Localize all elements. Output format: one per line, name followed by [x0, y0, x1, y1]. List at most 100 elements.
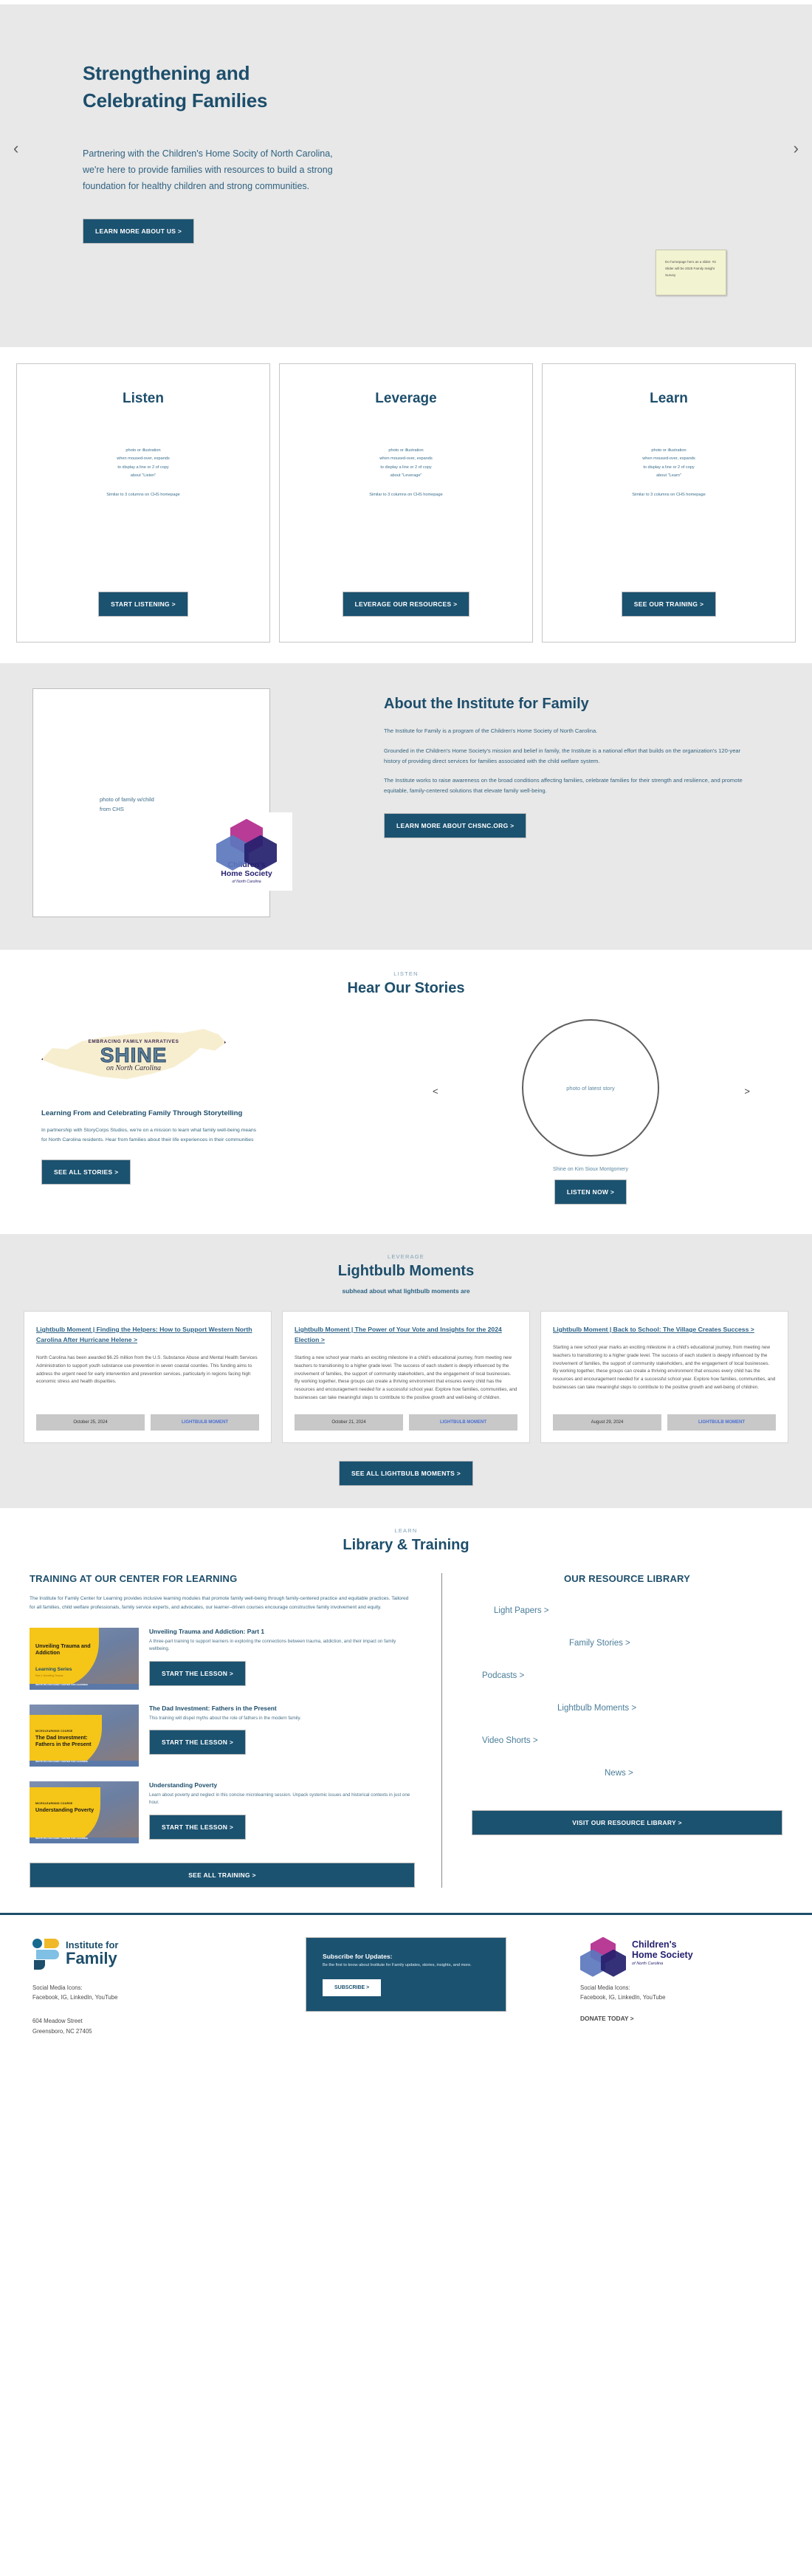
lightbulb-card[interactable]: Lightbulb Moment | Finding the Helpers: … [24, 1311, 272, 1443]
learn-more-chsnc-button[interactable]: LEARN MORE ABOUT CHSNC.ORG > [384, 813, 527, 839]
course-thumb-title: Unveiling Trauma and Addiction [35, 1642, 91, 1656]
lightbulb-card-meta: August 29, 2024 LIGHTBULB MOMENT [541, 1414, 788, 1442]
lightbulb-card-tag[interactable]: LIGHTBULB MOMENT [151, 1414, 259, 1431]
about-section: photo of family w/child from CHS Childre… [0, 663, 812, 950]
lightbulb-card-tag[interactable]: LIGHTBULB MOMENT [667, 1414, 776, 1431]
story-prev-arrow[interactable]: < [433, 1086, 438, 1097]
training-heading: TRAINING AT OUR CENTER FOR LEARNING [30, 1572, 238, 1584]
column-reference-note: Similar to 3 columns on CHS homepage [369, 492, 443, 497]
resource-cta-wrap: VISIT OUR RESOURCE LIBRARY > [472, 1809, 782, 1835]
course-item[interactable]: MICROLEARNING COURSE The Dad Investment:… [30, 1704, 415, 1767]
column-leverage[interactable]: Leverage photo or illustration when mous… [279, 363, 533, 643]
start-listening-button[interactable]: START LISTENING > [98, 592, 188, 617]
course-title: The Dad Investment: Fathers in the Prese… [149, 1704, 277, 1712]
shine-on-north-carolina-logo: EMBRACING FAMILY NARRATIVES SHINE on Nor… [41, 1015, 226, 1096]
course-thumb-logo: INSTITUTE FOR FAMILY CENTER FOR LEARNING [35, 1836, 89, 1840]
resource-link-podcasts[interactable]: Podcasts > [482, 1671, 524, 1680]
shine-wordmark: SHINE [100, 1043, 168, 1066]
hero-prev-arrow[interactable]: ‹ [13, 139, 18, 158]
resource-link-video-shorts[interactable]: Video Shorts > [482, 1736, 538, 1745]
story-next-arrow[interactable]: > [744, 1086, 750, 1097]
column-placeholder-note: photo or illustration when moused-over, … [117, 448, 170, 479]
course-item[interactable]: Unveiling Trauma and Addiction Learning … [30, 1627, 415, 1690]
course-info: The Dad Investment: Fathers in the Prese… [149, 1705, 415, 1755]
lightbulb-card-body: Starting a new school year marks an exci… [553, 1344, 776, 1391]
hero-next-arrow[interactable]: › [794, 139, 799, 158]
hero-section: ‹ › Strengthening and Celebrating Famili… [0, 0, 812, 347]
lightbulb-card[interactable]: Lightbulb Moment | Back to School: The V… [540, 1311, 788, 1443]
library-eyebrow: LEARN [394, 1527, 418, 1534]
about-copy: About the Institute for Family The Insti… [384, 688, 768, 917]
resource-link-light-papers[interactable]: Light Papers > [494, 1606, 548, 1615]
see-all-training-button[interactable]: SEE ALL TRAINING > [30, 1862, 415, 1888]
see-all-lightbulb-moments-button[interactable]: SEE ALL LIGHTBULB MOMENTS > [338, 1460, 474, 1486]
subscribe-button[interactable]: SUBSCRIBE > [323, 1979, 382, 1996]
course-item[interactable]: MICROLEARNING COURSE Understanding Pover… [30, 1781, 415, 1843]
footer-address-line-2: Greensboro, NC 27405 [32, 2027, 92, 2035]
resource-link-family-stories[interactable]: Family Stories > [569, 1639, 630, 1648]
lightbulb-moments-section: LEVERAGE Lightbulb Moments subhead about… [0, 1234, 812, 1508]
about-paragraph-2: Grounded in the Children's Home Society'… [384, 747, 741, 764]
lightbulb-card-tag[interactable]: LIGHTBULB MOMENT [409, 1414, 517, 1431]
course-thumbnail: MICROLEARNING COURSE Understanding Pover… [30, 1781, 139, 1843]
three-column-section: Listen photo or illustration when moused… [0, 347, 812, 663]
stories-body: EMBRACING FAMILY NARRATIVES SHINE on Nor… [0, 1015, 812, 1205]
start-lesson-button[interactable]: START THE LESSON > [149, 1730, 247, 1755]
column-listen[interactable]: Listen photo or illustration when moused… [16, 363, 270, 643]
hero-title-line-2: Celebrating Families [83, 89, 268, 112]
resource-library-heading: OUR RESOURCE LIBRARY [563, 1572, 691, 1584]
hero-cta-button[interactable]: LEARN MORE ABOUT US > [83, 218, 195, 244]
hero-subtitle: Partnering with the Children's Home Soci… [83, 148, 333, 192]
institute-logo-line-2: Family [66, 1948, 117, 1967]
column-title: Listen [123, 391, 164, 406]
listen-now-button[interactable]: LISTEN NOW > [554, 1179, 627, 1205]
course-thumb-logo: INSTITUTE FOR FAMILY CENTER FOR LEARNING [35, 1682, 89, 1686]
library-body: TRAINING AT OUR CENTER FOR LEARNING The … [0, 1572, 812, 1888]
homepage-wireframe: ‹ › Strengthening and Celebrating Famili… [0, 0, 812, 2053]
donate-today-button[interactable]: DONATE TODAY > [580, 2015, 634, 2022]
column-cta-wrap: LEVERAGE OUR RESOURCES > [342, 592, 470, 624]
course-thumb-series: Learning Series [35, 1666, 72, 1672]
column-reference-note: Similar to 3 columns on CHS homepage [106, 492, 180, 497]
lightbulb-card-date: August 29, 2024 [553, 1414, 661, 1431]
lightbulb-card[interactable]: Lightbulb Moment | The Power of Your Vot… [282, 1311, 530, 1443]
hero-title: Strengthening and Celebrating Families [83, 60, 384, 114]
column-learn[interactable]: Learn photo or illustration when moused-… [542, 363, 796, 643]
subscribe-description: Be the first to know about Institute for… [323, 1962, 472, 1967]
start-lesson-button[interactable]: START THE LESSON > [149, 1660, 247, 1686]
chs-hexagon-icon [216, 818, 277, 871]
course-thumb-logo: INSTITUTE FOR FAMILY CENTER FOR LEARNING [35, 1759, 89, 1763]
stories-paragraph: In partnership with StoryCorps Studios, … [41, 1128, 257, 1143]
chs-logo: Children's Home Society of North Carolin… [201, 812, 292, 891]
see-training-button[interactable]: SEE OUR TRAINING > [621, 592, 717, 617]
course-thumb-subtitle: Part 1: Unveiling Trauma [35, 1674, 63, 1677]
column-cta-wrap: START LISTENING > [98, 592, 188, 624]
footer-address: 604 Meadow Street Greensboro, NC 27405 [32, 2016, 232, 2036]
course-thumbnail: MICROLEARNING COURSE The Dad Investment:… [30, 1704, 139, 1767]
footer-chs-social-label: Social Media Icons: [580, 1984, 630, 1991]
start-lesson-button[interactable]: START THE LESSON > [149, 1814, 247, 1840]
course-description: This training will dispel myths about th… [149, 1715, 301, 1721]
lightbulb-card-title[interactable]: Lightbulb Moment | Finding the Helpers: … [36, 1325, 259, 1346]
footer-address-line-1: 604 Meadow Street [32, 2017, 83, 2024]
resource-link-news[interactable]: News > [605, 1769, 633, 1778]
training-paragraph: The Institute for Family Center for Lear… [30, 1595, 409, 1611]
chs-footer-logo[interactable]: Children's Home Society of North Carolin… [580, 1936, 780, 1977]
course-thumb-kicker: MICROLEARNING COURSE [35, 1729, 73, 1733]
leverage-resources-button[interactable]: LEVERAGE OUR RESOURCES > [342, 592, 470, 617]
resource-link-lightbulb-moments[interactable]: Lightbulb Moments > [557, 1704, 636, 1713]
course-info: Unveiling Trauma and Addiction: Part 1 A… [149, 1628, 415, 1686]
course-title: Understanding Poverty [149, 1781, 218, 1789]
see-all-stories-button[interactable]: SEE ALL STORIES > [41, 1159, 131, 1185]
stories-eyebrow: LISTEN [393, 970, 419, 977]
column-title: Learn [650, 391, 688, 406]
institute-for-family-logo[interactable]: Institute for Family [32, 1937, 232, 1970]
training-column: TRAINING AT OUR CENTER FOR LEARNING The … [30, 1573, 434, 1888]
footer-chs-social-note: Social Media Icons: Facebook, IG, Linked… [580, 1983, 780, 2003]
lightbulb-card-title[interactable]: Lightbulb Moment | Back to School: The V… [553, 1325, 776, 1335]
visit-resource-library-button[interactable]: VISIT OUR RESOURCE LIBRARY > [472, 1809, 782, 1835]
hero-title-line-1: Strengthening and [83, 62, 250, 84]
lightbulb-card-title[interactable]: Lightbulb Moment | The Power of Your Vot… [295, 1325, 517, 1346]
course-thumb-title: The Dad Investment: Fathers in the Prese… [35, 1733, 92, 1747]
chs-hexagon-icon [580, 1936, 626, 1977]
